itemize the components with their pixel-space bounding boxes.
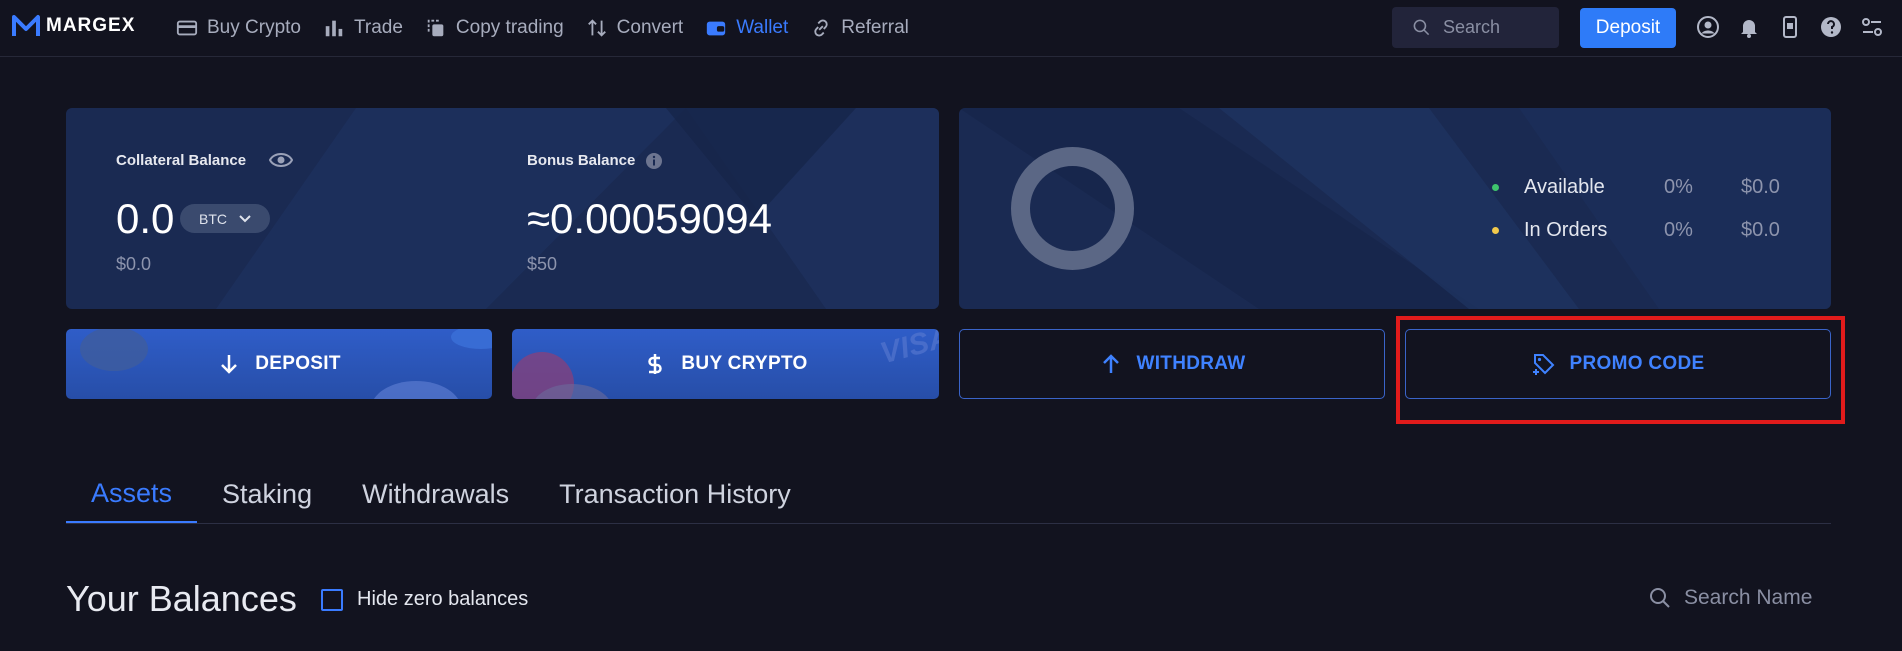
arrow-down-icon [221,355,238,374]
main-menu: Buy Crypto Trade Copy trading Convert Wa… [176,0,909,56]
info-icon[interactable] [645,152,663,170]
brand-logo[interactable]: MARGEX [12,14,135,38]
available-dot [1492,184,1499,191]
bonus-balance-value: ≈0.00059094 [527,195,772,242]
nav-wallet-label: Wallet [736,17,789,38]
tab-withdrawals[interactable]: Withdrawals [337,465,534,523]
in-orders-amount: $0.0 [1741,219,1780,241]
mobile-icon[interactable] [1778,14,1802,40]
nav-icon-group [1696,14,1884,40]
top-search-input[interactable] [1443,17,1553,38]
search-icon [1650,588,1670,608]
arrow-up-icon [1102,354,1119,373]
withdraw-action-button[interactable]: WITHDRAW [959,329,1385,399]
bar-chart-icon [325,20,343,37]
deposit-button[interactable]: Deposit [1580,8,1676,48]
brand-name: MARGEX [46,15,136,36]
wallet-tabs: Assets Staking Withdrawals Transaction H… [66,465,1831,524]
withdraw-action-label: WITHDRAW [1136,353,1246,374]
in-orders-dot [1492,227,1499,234]
hide-zero-toggle[interactable]: Hide zero balances [321,588,528,611]
visa-decoration: VISA [877,329,939,365]
in-orders-label: In Orders [1524,219,1608,241]
card-decoration [512,352,609,399]
copy-icon [427,19,444,37]
help-icon[interactable] [1819,14,1843,40]
card-icon [176,20,198,36]
user-icon[interactable] [1696,14,1720,40]
promo-code-highlight-box [1396,316,1845,424]
settings-icon[interactable] [1860,14,1884,40]
bonus-balance-label: Bonus Balance [527,152,636,169]
margex-logo-icon [12,15,40,36]
nav-convert[interactable]: Convert [586,17,684,39]
dollar-icon [648,354,663,374]
allocation-card: Available 0% $0.0 In Orders 0% $0.0 [959,108,1831,309]
eye-icon[interactable] [269,150,293,170]
deposit-action-button[interactable]: DEPOSIT [66,329,492,399]
nav-trade[interactable]: Trade [323,17,403,39]
link-icon [814,19,828,37]
tab-staking[interactable]: Staking [197,465,337,523]
buy-crypto-action-label: BUY CRYPTO [681,353,808,374]
nav-referral[interactable]: Referral [810,17,909,39]
top-search[interactable] [1392,7,1559,48]
available-percent: 0% [1664,176,1693,198]
hide-zero-checkbox[interactable] [321,588,343,611]
nav-copy-trading[interactable]: Copy trading [425,17,564,39]
section-title: Your Balances [66,578,297,619]
hide-zero-label: Hide zero balances [357,588,529,610]
bonus-balance-usd: $50 [527,254,558,274]
search-icon [1413,19,1430,36]
chevron-down-icon [239,214,251,222]
coin-decoration [451,329,492,349]
available-amount: $0.0 [1741,176,1780,198]
collateral-balance-label: Collateral Balance [116,152,247,169]
nav-wallet[interactable]: Wallet [705,17,788,39]
tab-assets[interactable]: Assets [66,465,198,523]
collateral-balance-value: 0.0 [116,195,175,242]
nav-referral-label: Referral [841,17,909,38]
allocation-donut [1011,147,1134,270]
buy-crypto-action-button[interactable]: VISA BUY CRYPTO [512,329,939,399]
available-label: Available [1524,176,1605,198]
coin-decoration [80,329,148,371]
nav-convert-label: Convert [616,17,684,38]
in-orders-percent: 0% [1664,219,1693,241]
top-nav: MARGEX Buy Crypto Trade Copy trading Con… [0,0,1902,57]
collateral-balance-usd: $0.0 [116,254,152,274]
currency-selector-label: BTC [199,210,227,227]
nav-copy-trading-label: Copy trading [455,17,564,38]
nav-buy-crypto-label: Buy Crypto [207,17,301,38]
nav-trade-label: Trade [353,17,403,38]
swap-icon [587,19,606,37]
bell-icon[interactable] [1737,14,1761,40]
currency-selector[interactable]: BTC [180,204,270,233]
svg-text:VISA: VISA [877,329,939,365]
search-name[interactable] [1648,586,1834,610]
wallet-icon [707,21,726,36]
nav-buy-crypto[interactable]: Buy Crypto [176,17,301,39]
balance-card: Collateral Balance 0.0 BTC $0.0 Bonus Ba… [66,108,939,309]
coin-decoration [373,381,459,399]
search-name-input[interactable] [1684,586,1834,610]
deposit-action-label: DEPOSIT [255,353,341,374]
tab-transaction-history[interactable]: Transaction History [534,465,816,523]
